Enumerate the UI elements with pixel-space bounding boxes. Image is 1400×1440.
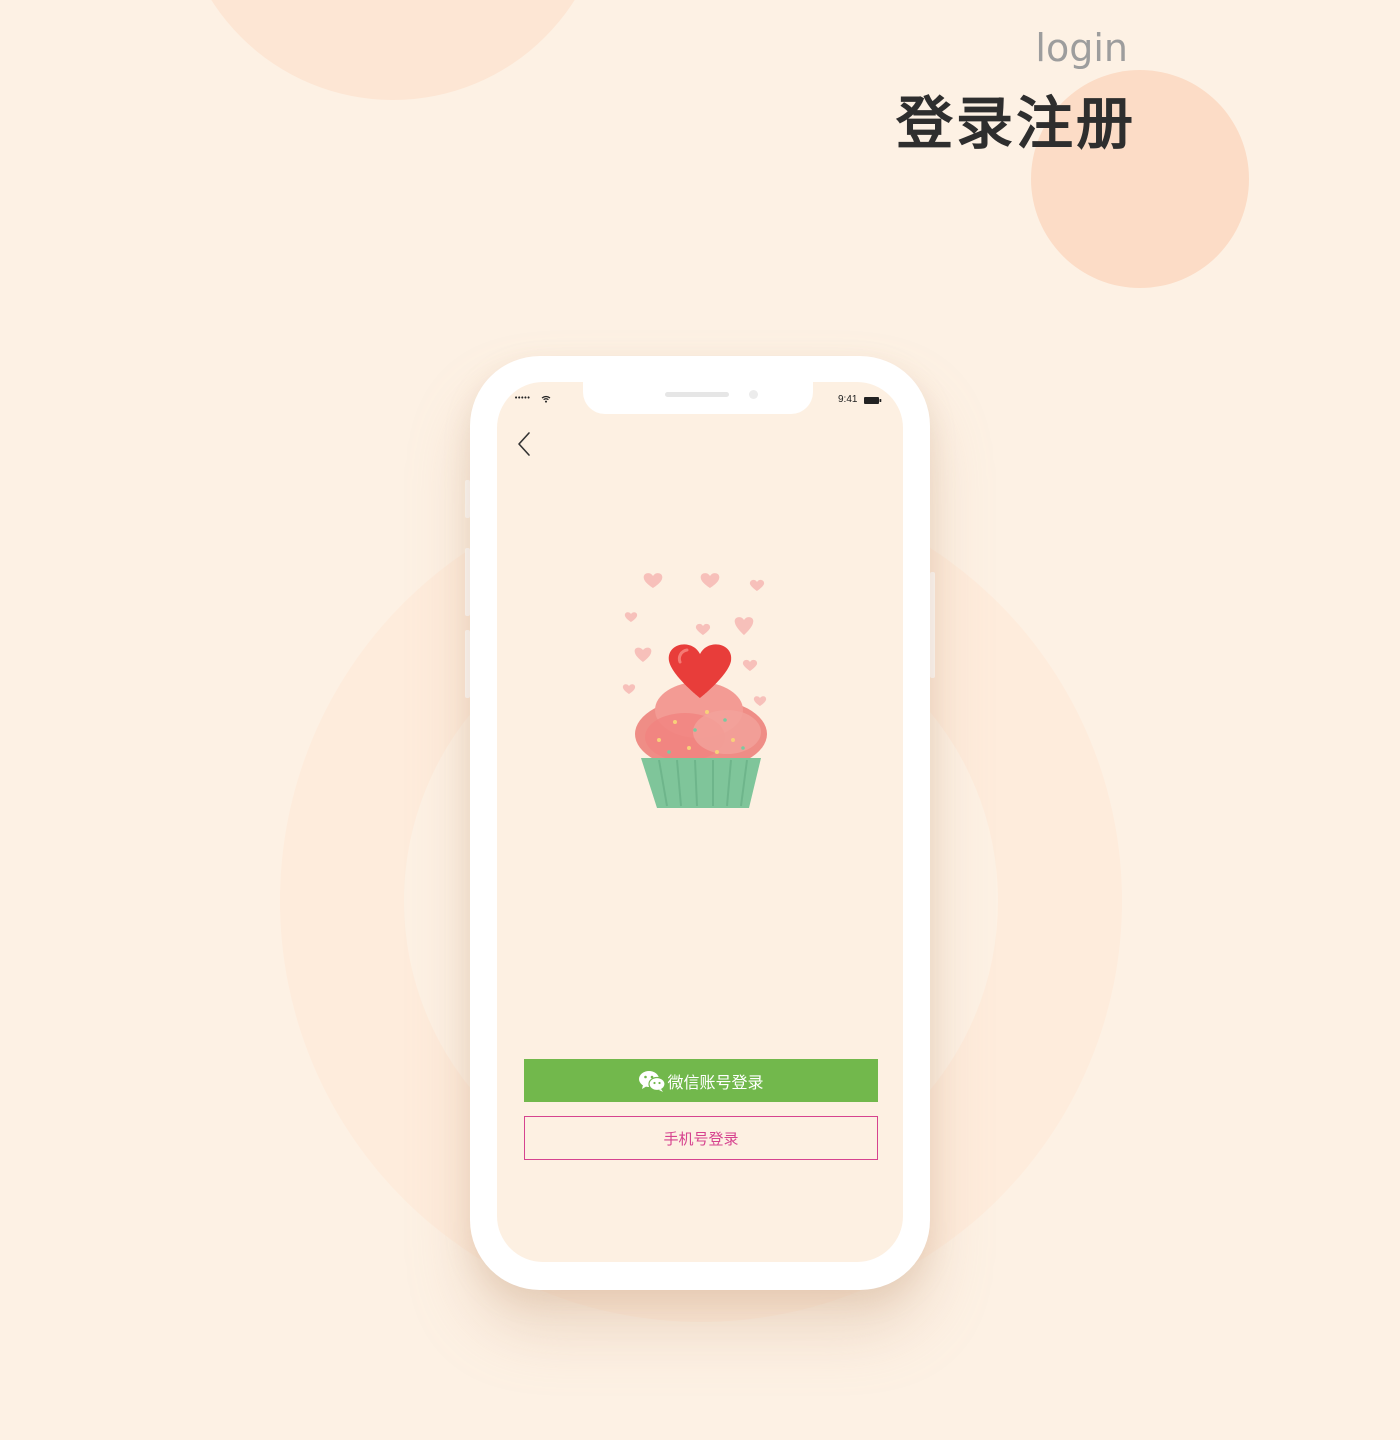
wechat-login-label: 微信账号登录 (667, 1072, 764, 1092)
page-canvas: login 登录注册 ••••• 9:41 微信账号登录 手机号登录 (0, 0, 1400, 1440)
speaker-grill (665, 392, 729, 397)
status-time: 9:41 (838, 394, 858, 405)
decorative-circle-top (178, 0, 608, 100)
header-title-cn: 登录注册 (896, 91, 1136, 157)
wechat-icon (639, 1070, 667, 1092)
header-title-en: login (1035, 26, 1128, 70)
phone-login-button[interactable]: 手机号登录 (524, 1116, 878, 1160)
phone-login-label: 手机号登录 (663, 1129, 739, 1148)
front-camera (749, 390, 758, 399)
chevron-left-icon[interactable] (514, 429, 536, 459)
wifi-icon (541, 395, 551, 403)
battery-icon (864, 397, 882, 404)
wechat-login-button[interactable]: 微信账号登录 (524, 1059, 878, 1102)
phone-notch (583, 382, 813, 414)
cupcake-heart-illustration (622, 573, 767, 808)
phone-screen: ••••• 9:41 微信账号登录 手机号登录 (497, 382, 903, 1262)
phone-power-button (930, 572, 935, 678)
signal-strength-icon: ••••• (514, 394, 531, 402)
